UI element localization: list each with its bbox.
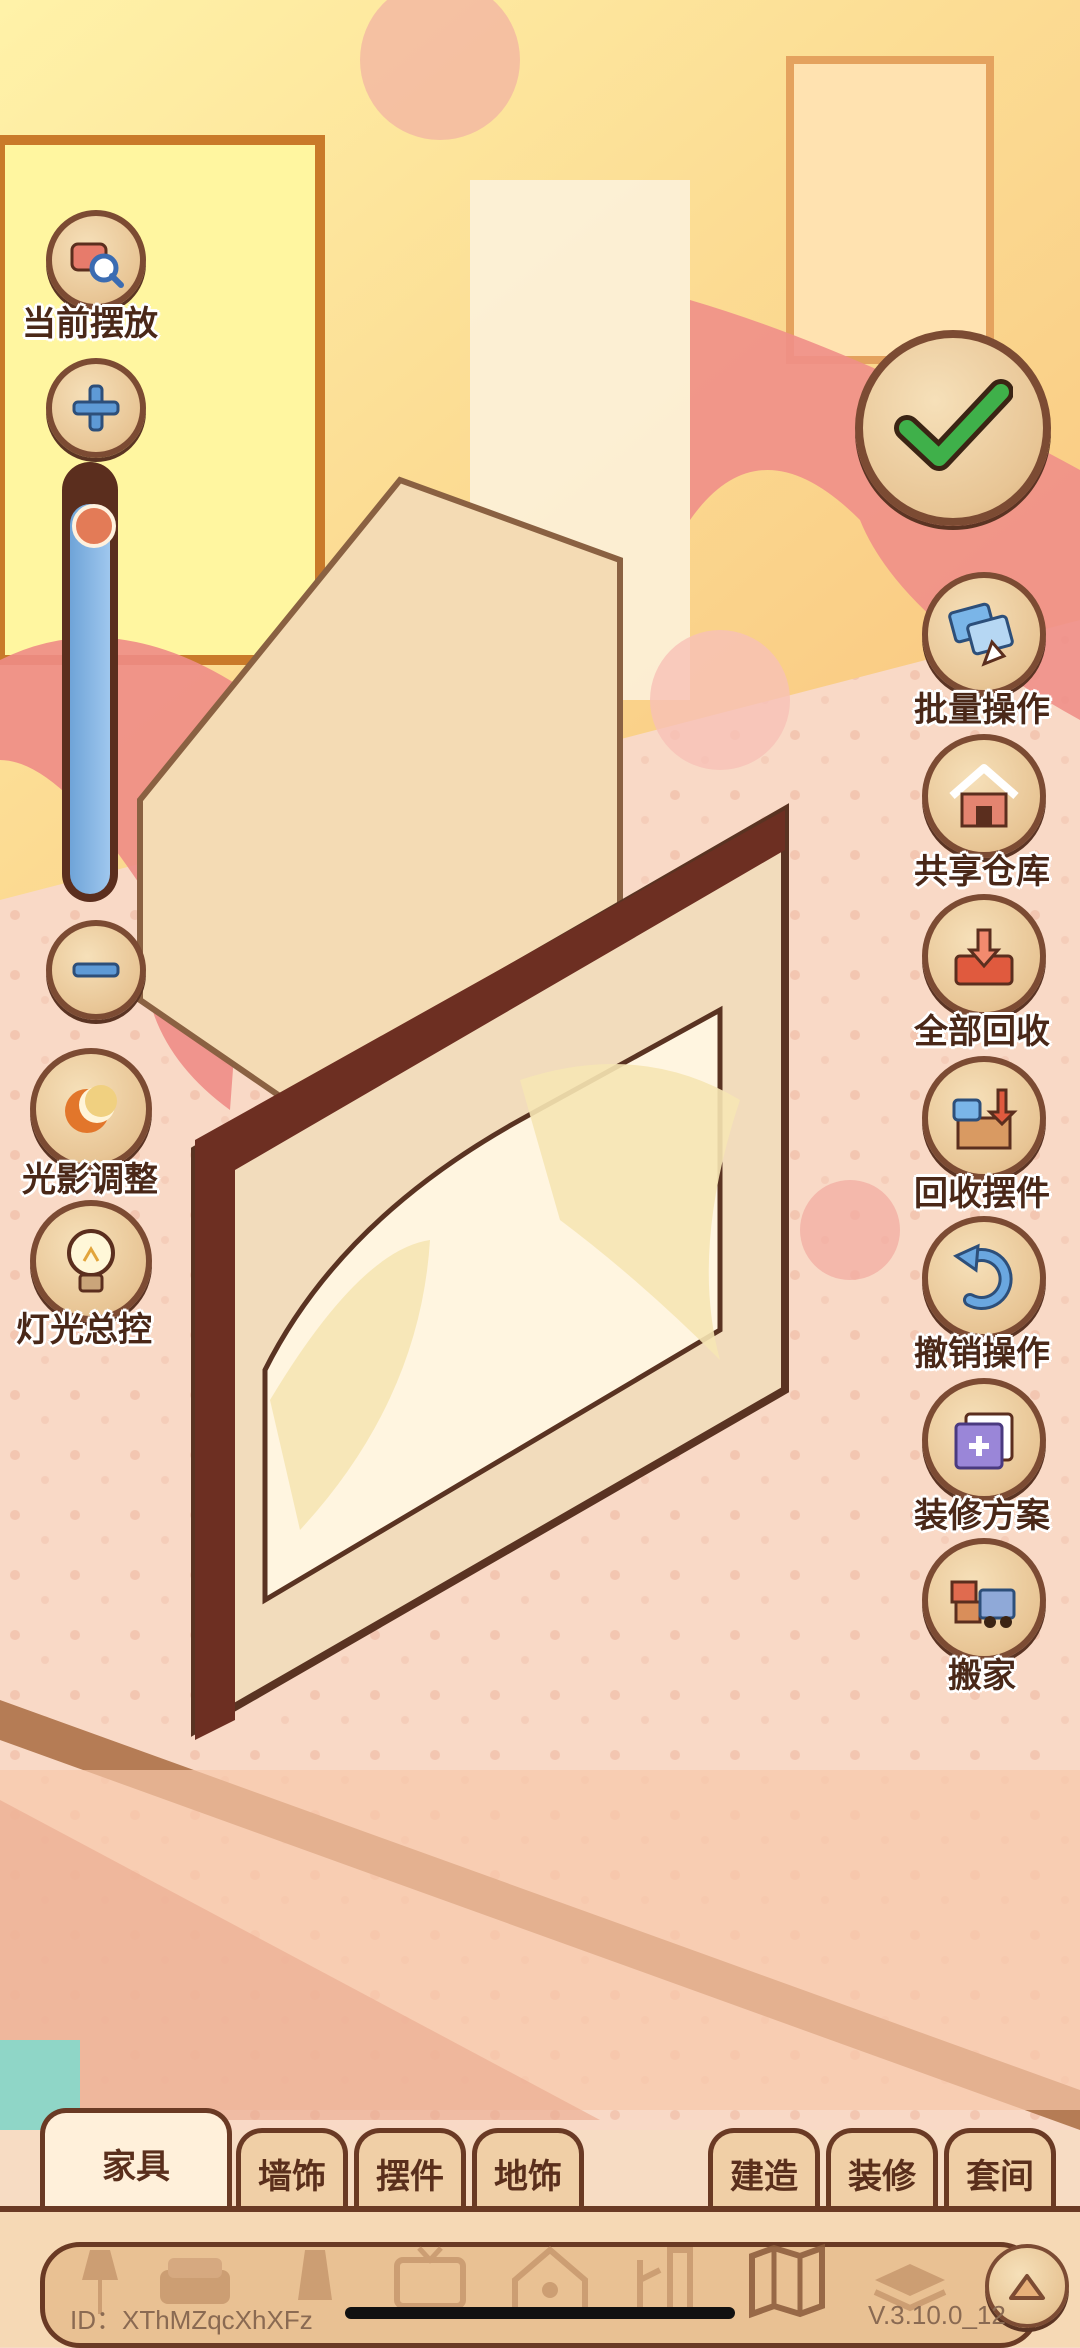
tab-suite[interactable]: 套间 [944, 2128, 1056, 2214]
batch-operation-button[interactable] [922, 572, 1046, 696]
recall-items-button[interactable] [922, 1056, 1046, 1180]
recall-items-label: 回收摆件 [914, 1175, 1050, 1213]
house-icon [949, 764, 1019, 828]
magnifier-icon [70, 242, 124, 288]
tab-renovate[interactable]: 装修 [826, 2128, 938, 2214]
tab-floor-decor[interactable]: 地饰 [472, 2128, 584, 2214]
shared-storage-button[interactable] [922, 734, 1046, 858]
plan-card-icon [954, 1412, 1014, 1470]
zoom-in-button[interactable] [46, 358, 146, 458]
up-arrow-icon [1009, 2274, 1045, 2300]
minus-icon [72, 962, 120, 978]
zoom-slider-handle[interactable] [72, 504, 116, 548]
light-master-label: 灯光总控 [16, 1311, 152, 1349]
box-arrow-icon [952, 1088, 1018, 1150]
light-shadow-label: 光影调整 [22, 1161, 158, 1199]
move-house-label: 搬家 [948, 1657, 1016, 1695]
renovation-plan-button[interactable] [922, 1378, 1046, 1502]
recall-all-button[interactable] [922, 894, 1046, 1018]
player-id: ID：XThMZqcXhXFz [70, 2305, 313, 2335]
map-icon[interactable] [742, 2240, 832, 2320]
zoom-slider[interactable] [62, 462, 118, 902]
current-placement-label: 当前摆放 [22, 305, 158, 343]
version-text: V.3.10.0_12 [868, 2300, 1006, 2330]
current-placement-button[interactable] [46, 210, 146, 310]
undo-arrow-icon [952, 1243, 1013, 1310]
tab-wall-decor[interactable]: 墙饰 [236, 2128, 348, 2214]
tab-furniture[interactable]: 家具 [40, 2108, 232, 2214]
plus-icon [72, 384, 120, 432]
tab-ornaments[interactable]: 摆件 [354, 2128, 466, 2214]
bulb-icon [67, 1229, 115, 1293]
home-indicator [345, 2307, 735, 2319]
check-icon [894, 379, 1013, 471]
zoom-slider-fill [70, 504, 110, 894]
undo-button[interactable] [922, 1216, 1046, 1340]
batch-operation-label: 批量操作 [914, 691, 1050, 729]
undo-label: 撤销操作 [914, 1335, 1050, 1373]
sun-moon-icon [65, 1085, 117, 1133]
confirm-button[interactable] [855, 330, 1051, 526]
recall-all-label: 全部回收 [914, 1013, 1050, 1051]
tab-build[interactable]: 建造 [708, 2128, 820, 2214]
shared-storage-label: 共享仓库 [914, 853, 1050, 891]
renovation-plan-label: 装修方案 [914, 1497, 1050, 1535]
hand-cards-icon [948, 602, 1014, 667]
recall-tray-icon [954, 928, 1014, 986]
move-house-button[interactable] [922, 1538, 1046, 1662]
zoom-out-button[interactable] [46, 920, 146, 1020]
truck-icon [950, 1580, 1016, 1628]
